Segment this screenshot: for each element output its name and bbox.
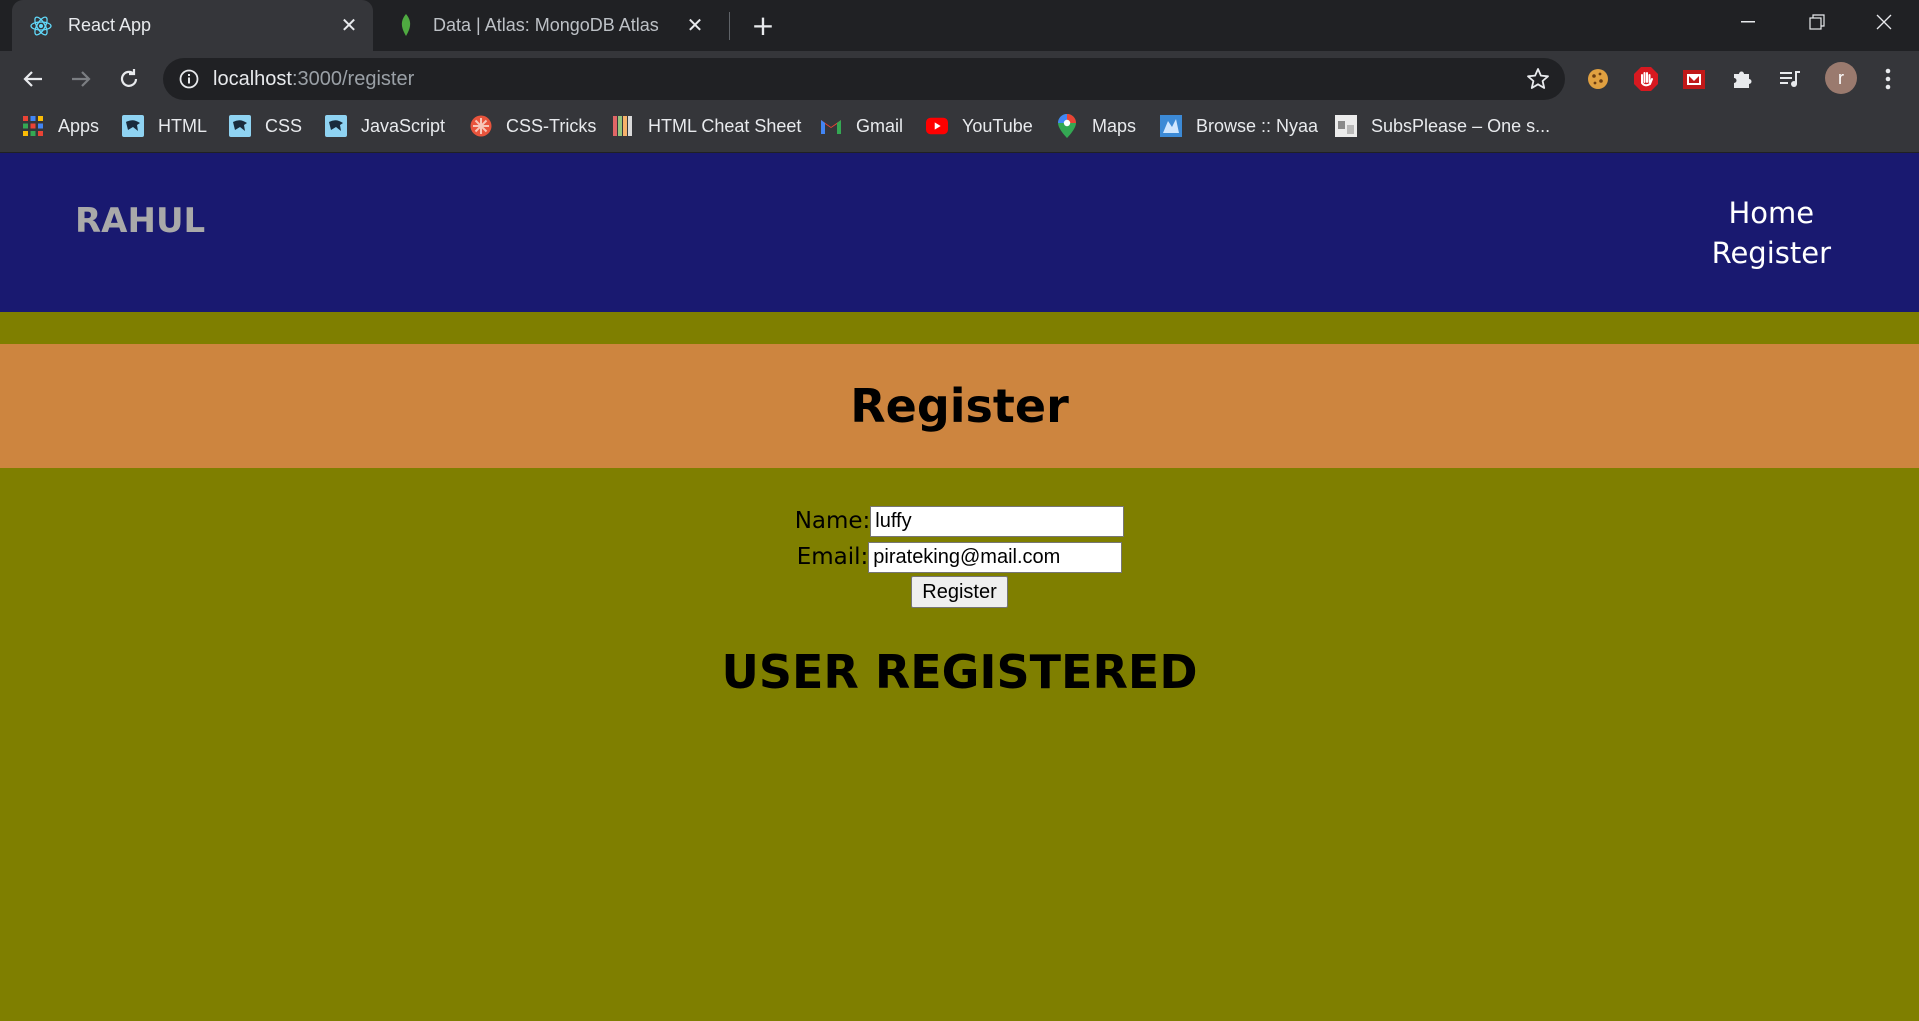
bookmark-apps[interactable]: Apps [22, 107, 99, 145]
browser-tab-strip: React App ✕ Data | Atlas: MongoDB Atlas … [0, 0, 1919, 51]
forward-arrow-icon[interactable] [62, 60, 100, 98]
bookmark-label: Gmail [856, 115, 904, 136]
bookmark-label: SubsPlease – One s... [1371, 115, 1551, 136]
close-tab-icon[interactable]: ✕ [335, 12, 363, 40]
bookmark-javascript[interactable]: JavaScript [325, 107, 445, 145]
url-host: localhost [213, 67, 292, 90]
url-path: :3000/register [291, 67, 415, 90]
status-message: USER REGISTERED [721, 645, 1198, 699]
apps-grid-icon [22, 115, 44, 137]
site-navbar: RAHUL Home Register [0, 153, 1919, 312]
minimize-icon[interactable] [1716, 0, 1780, 44]
bookmark-nyaa[interactable]: Browse :: Nyaa [1160, 107, 1318, 145]
bookmark-youtube[interactable]: YouTube [926, 107, 1033, 145]
youtube-icon [926, 115, 948, 137]
adblock-hand-icon[interactable] [1631, 64, 1661, 94]
profile-avatar[interactable]: r [1823, 60, 1859, 96]
name-label: Name: [794, 508, 871, 534]
mcafee-icon[interactable] [1679, 64, 1709, 94]
reload-icon[interactable] [110, 60, 148, 98]
bookmark-label: CSS-Tricks [506, 115, 597, 136]
gmail-icon [820, 115, 842, 137]
site-info-icon[interactable] [177, 67, 201, 91]
page-title: Register [850, 379, 1069, 433]
bookmark-label: Apps [58, 115, 100, 136]
panther-icon [122, 115, 144, 137]
email-input[interactable] [868, 541, 1123, 573]
name-input[interactable] [870, 505, 1125, 537]
tab-mongodb-atlas[interactable]: Data | Atlas: MongoDB Atlas ✕ [385, 0, 719, 51]
bookmarks-bar: Apps HTML CSS JavaScript CSS-Tricks HTML… [0, 107, 1919, 153]
cookie-extension-icon[interactable] [1583, 64, 1613, 94]
browser-toolbar: localhost:3000/register r [0, 51, 1919, 107]
mongodb-leaf-icon [395, 13, 417, 37]
register-form: Name: Email: Register [0, 503, 1919, 608]
panther-icon [229, 115, 251, 137]
address-bar[interactable]: localhost:3000/register [163, 58, 1565, 100]
bookmark-html-cheat-sheet[interactable]: HTML Cheat Sheet [612, 107, 801, 145]
bookmark-subsplease[interactable]: SubsPlease – One s... [1335, 107, 1550, 145]
react-icon [30, 15, 52, 37]
bookmark-label: CSS [265, 115, 303, 136]
nyaa-icon [1160, 115, 1182, 137]
email-label: Email: [796, 544, 869, 570]
tab-react-app[interactable]: React App ✕ [12, 0, 373, 51]
close-tab-icon[interactable]: ✕ [681, 12, 709, 40]
bookmark-gmail[interactable]: Gmail [820, 107, 903, 145]
back-arrow-icon[interactable] [14, 60, 52, 98]
page-viewport: RAHUL Home Register Register Name: Email… [0, 153, 1919, 1021]
extensions-puzzle-icon[interactable] [1727, 64, 1757, 94]
more-menu-icon[interactable] [1873, 64, 1903, 94]
restore-icon[interactable] [1785, 0, 1849, 44]
register-header: Register [0, 344, 1919, 468]
bookmark-star-icon[interactable] [1525, 66, 1551, 92]
close-window-icon[interactable] [1852, 0, 1916, 44]
tab-title: React App [68, 15, 152, 35]
bookmark-html[interactable]: HTML [122, 107, 207, 145]
cheatsheet-icon [612, 115, 634, 137]
bookmark-label: Browse :: Nyaa [1196, 115, 1319, 136]
bookmark-label: YouTube [962, 115, 1033, 136]
email-row: Email: [0, 539, 1919, 575]
profile-initial: r [1825, 62, 1857, 94]
bookmark-label: JavaScript [361, 115, 446, 136]
bookmark-css[interactable]: CSS [229, 107, 302, 145]
name-row: Name: [0, 503, 1919, 539]
tab-divider [729, 12, 730, 40]
panther-icon [325, 115, 347, 137]
tab-title: Data | Atlas: MongoDB Atlas [433, 15, 659, 35]
nav-home-link[interactable]: Home [1712, 193, 1831, 233]
subsplease-icon [1335, 115, 1357, 137]
css-tricks-icon [470, 115, 492, 137]
media-queue-icon[interactable] [1775, 64, 1805, 94]
maps-pin-icon [1056, 114, 1078, 138]
site-brand: RAHUL [75, 201, 206, 241]
new-tab-icon[interactable]: + [748, 9, 778, 42]
nav-links: Home Register [1712, 193, 1831, 273]
bookmark-label: HTML [158, 115, 207, 136]
register-submit-button[interactable]: Register [911, 576, 1008, 608]
bookmark-css-tricks[interactable]: CSS-Tricks [470, 107, 596, 145]
bookmark-label: Maps [1092, 115, 1137, 136]
bookmark-label: HTML Cheat Sheet [648, 115, 802, 136]
nav-register-link[interactable]: Register [1712, 233, 1831, 273]
bookmark-maps[interactable]: Maps [1056, 107, 1136, 145]
